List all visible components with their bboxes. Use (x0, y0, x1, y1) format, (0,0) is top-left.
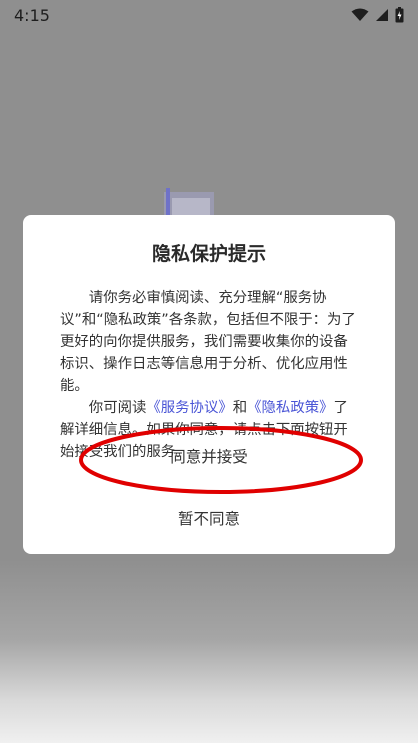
privacy-paragraph: 请你务必审慎阅读、充分理解“服务协议”和“隐私政策”各条款，包括但不限于：为了更… (60, 290, 356, 394)
agree-button[interactable]: 同意并接受 (23, 443, 395, 469)
wifi-icon (351, 8, 369, 21)
status-time: 4:15 (14, 5, 50, 25)
dialog-body: 请你务必审慎阅读、充分理解“服务协议”和“隐私政策”各条款，包括但不限于：为了更… (60, 287, 362, 463)
read-prefix: 你可阅读 (88, 400, 147, 416)
battery-icon (395, 7, 404, 23)
dialog-title: 隐私保护提示 (151, 243, 266, 265)
privacy-dialog: 隐私保护提示 请你务必审慎阅读、充分理解“服务协议”和“隐私政策”各条款，包括但… (23, 215, 395, 554)
disagree-button[interactable]: 暂不同意 (23, 505, 395, 531)
service-agreement-link[interactable]: 《服务协议》 (146, 400, 232, 416)
status-bar: 4:15 (0, 0, 418, 30)
status-icons (351, 7, 404, 23)
privacy-policy-link[interactable]: 《隐私政策》 (247, 400, 333, 416)
signal-icon (376, 9, 388, 21)
conjunction: 和 (232, 400, 248, 416)
